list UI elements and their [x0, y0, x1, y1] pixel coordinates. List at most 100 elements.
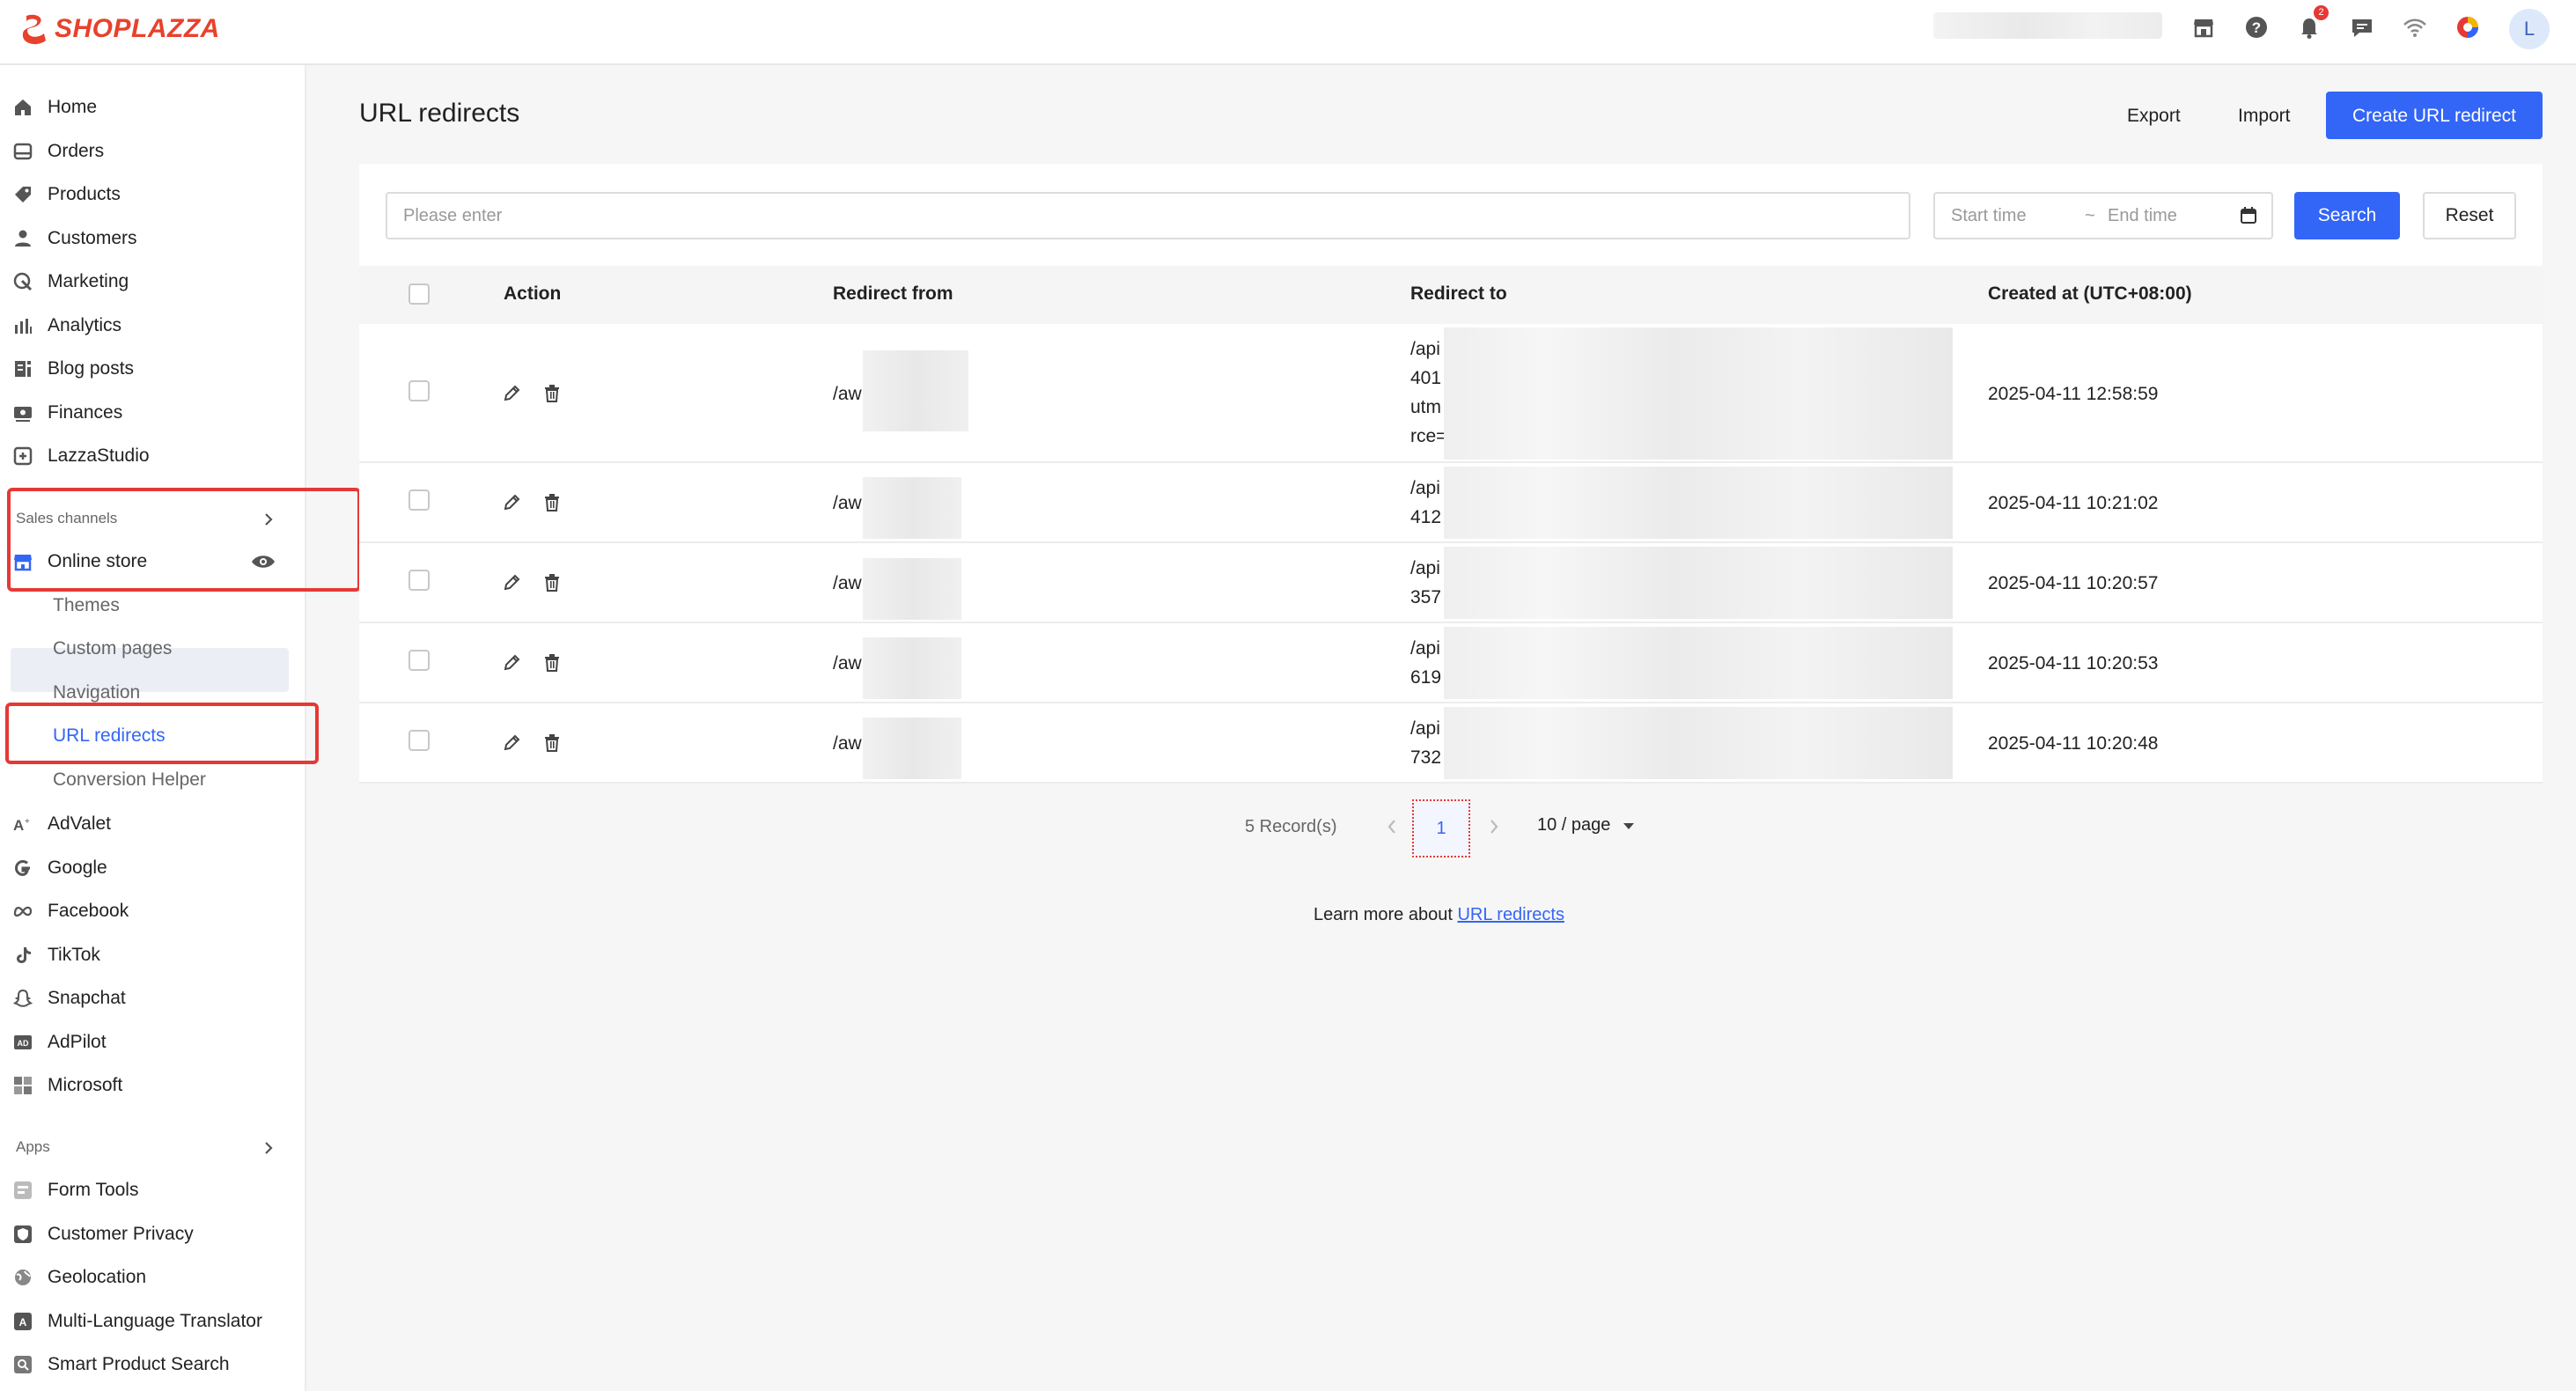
sidebar-item-marketing[interactable]: Marketing: [12, 264, 129, 299]
delete-icon[interactable]: [542, 733, 562, 753]
sidebar-app-customer-privacy[interactable]: Customer Privacy: [12, 1217, 194, 1252]
calendar-icon[interactable]: [2240, 207, 2257, 224]
tag-icon: [15, 187, 31, 202]
sidebar-item-label: Analytics: [48, 315, 122, 335]
sidebar-subitem-themes[interactable]: Themes: [53, 595, 120, 616]
sidebar-item-google[interactable]: Google: [12, 850, 107, 886]
sidebar-subitem-navigation[interactable]: Navigation: [53, 682, 140, 703]
sidebar-item-label: AdPilot: [48, 1032, 107, 1052]
sidebar-app-form-tools[interactable]: Form Tools: [12, 1173, 138, 1208]
reset-button[interactable]: Reset: [2423, 192, 2516, 239]
sidebar-item-label: Customers: [48, 228, 137, 248]
url-redirects-help-link[interactable]: URL redirects: [1457, 905, 1564, 924]
sidebar-subitem-conversion-helper[interactable]: Conversion Helper: [53, 769, 206, 791]
store-name-blurred[interactable]: [1933, 12, 2162, 39]
redirect-from-blurred: [863, 477, 961, 539]
sidebar-app-smart-product-search[interactable]: Smart Product Search: [12, 1347, 230, 1382]
sidebar-item-label: AdValet: [48, 813, 111, 834]
sidebar-item-label: Microsoft: [48, 1075, 123, 1095]
svg-text:?: ?: [2252, 19, 2261, 36]
redirect-from-cell: /aw: [833, 653, 862, 673]
shield-icon: [14, 1225, 32, 1243]
form-icon: [14, 1181, 32, 1199]
shoplazza-logo[interactable]: SHOPLAZZA: [19, 12, 220, 46]
column-redirect-from: Redirect from: [833, 283, 953, 304]
sidebar-item-label: Customer Privacy: [48, 1224, 194, 1244]
wifi-icon[interactable]: [2402, 14, 2428, 40]
chevron-left-icon[interactable]: [1382, 815, 1402, 838]
create-url-redirect-button[interactable]: Create URL redirect: [2326, 92, 2543, 139]
advalet-icon: A +: [13, 817, 30, 834]
created-at-cell: 2025-04-11 10:20:48: [1988, 733, 2159, 754]
blog-icon: [15, 361, 31, 377]
end-time-field[interactable]: End time: [2108, 206, 2177, 226]
sidebar-item-customers[interactable]: Customers: [12, 221, 137, 256]
delete-icon[interactable]: [542, 493, 562, 512]
redirect-from-blurred: [863, 558, 961, 620]
row-checkbox[interactable]: [408, 570, 430, 591]
color-wheel-icon[interactable]: [2455, 14, 2481, 40]
delete-icon[interactable]: [542, 384, 562, 403]
sidebar-item-adpilot[interactable]: AD AdPilot: [12, 1025, 107, 1060]
column-redirect-to: Redirect to: [1410, 283, 1507, 304]
translate-icon: A: [14, 1313, 32, 1330]
row-checkbox[interactable]: [408, 730, 430, 751]
redirect-to-blurred: [1444, 627, 1953, 699]
edit-icon[interactable]: [502, 384, 521, 403]
redirect-to-line: /api: [1410, 339, 1440, 359]
svg-text:AD: AD: [18, 1039, 29, 1048]
sidebar-item-label: LazzaStudio: [48, 445, 150, 466]
redirect-to-cell: /api 357: [1410, 554, 1441, 612]
created-at-cell: 2025-04-11 10:20:57: [1988, 573, 2159, 593]
sidebar-item-tiktok[interactable]: TikTok: [12, 938, 100, 973]
sidebar-app-multi-language-translator[interactable]: A Multi-Language Translator: [12, 1304, 276, 1339]
page-size-select[interactable]: 10 / page: [1537, 815, 1635, 835]
redirect-to-line: 412: [1410, 507, 1442, 527]
sidebar-item-label: Home: [48, 97, 98, 117]
edit-icon[interactable]: [502, 733, 521, 753]
date-range-picker[interactable]: Start time ~ End time: [1933, 192, 2273, 239]
sidebar-subitem-custom-pages[interactable]: Custom pages: [53, 638, 172, 659]
select-all-checkbox[interactable]: [408, 283, 430, 305]
sidebar-item-blog-posts[interactable]: Blog posts: [12, 351, 134, 386]
edit-icon[interactable]: [502, 493, 521, 512]
sidebar-item-products[interactable]: Products: [12, 177, 121, 212]
avatar[interactable]: L: [2509, 9, 2550, 49]
row-checkbox[interactable]: [408, 380, 430, 401]
sidebar-item-lazzastudio[interactable]: LazzaStudio: [12, 438, 150, 474]
row-checkbox[interactable]: [408, 650, 430, 671]
svg-text:+: +: [25, 817, 30, 827]
delete-icon[interactable]: [542, 653, 562, 673]
start-time-field[interactable]: Start time: [1951, 206, 2027, 226]
sidebar-item-finances[interactable]: Finances: [12, 395, 122, 431]
sidebar-item-facebook[interactable]: Facebook: [12, 894, 129, 929]
chevron-right-icon[interactable]: [1484, 815, 1504, 838]
help-icon[interactable]: ?: [2243, 14, 2270, 40]
page-1-button[interactable]: 1: [1412, 799, 1470, 857]
edit-icon[interactable]: [502, 573, 521, 592]
sidebar-item-orders[interactable]: Orders: [12, 134, 104, 169]
chevron-right-icon[interactable]: [259, 1138, 278, 1158]
store-icon[interactable]: [2190, 14, 2217, 40]
delete-icon[interactable]: [542, 573, 562, 592]
sidebar-item-label: Blog posts: [48, 358, 135, 379]
import-button[interactable]: Import: [2233, 92, 2296, 139]
sidebar-app-geolocation[interactable]: Geolocation: [12, 1260, 146, 1295]
edit-icon[interactable]: [502, 653, 521, 673]
sidebar-item-advalet[interactable]: A + AdValet: [12, 806, 111, 842]
sidebar-item-label: Marketing: [48, 271, 129, 291]
sidebar-item-label: Smart Product Search: [48, 1354, 230, 1374]
row-checkbox[interactable]: [408, 489, 430, 511]
redirect-to-line: /api: [1410, 558, 1440, 578]
sidebar-item-snapchat[interactable]: Snapchat: [12, 981, 126, 1016]
chat-icon[interactable]: [2349, 14, 2375, 40]
date-separator: ~: [2085, 206, 2095, 225]
search-input[interactable]: Please enter: [386, 192, 1910, 239]
sidebar-item-analytics[interactable]: Analytics: [12, 308, 121, 343]
sidebar-item-home[interactable]: Home: [12, 90, 97, 125]
export-button[interactable]: Export: [2122, 92, 2186, 139]
sidebar-item-microsoft[interactable]: Microsoft: [12, 1068, 122, 1103]
search-button[interactable]: Search: [2294, 192, 2400, 239]
redirect-to-line: 357: [1410, 587, 1442, 607]
redirect-from-cell: /aw: [833, 573, 862, 593]
